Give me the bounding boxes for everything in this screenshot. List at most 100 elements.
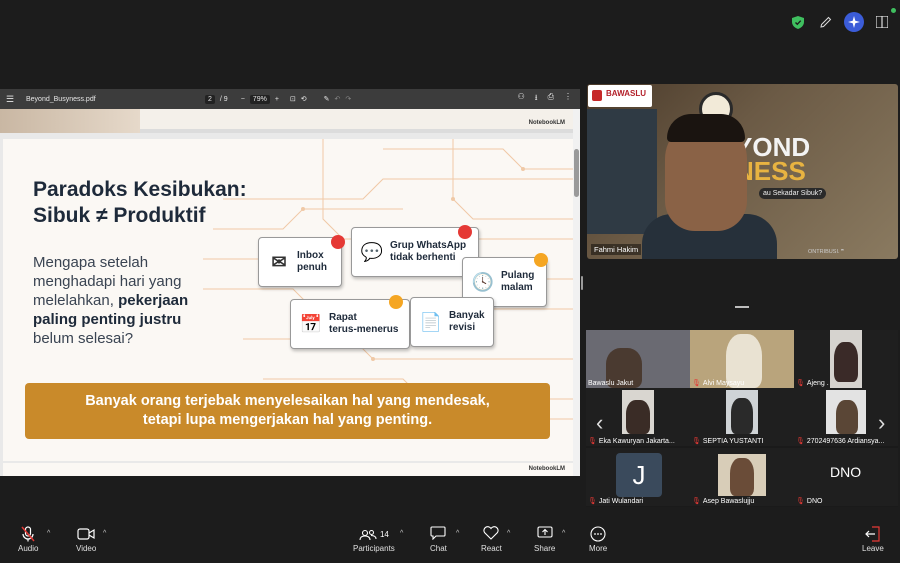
page-total: / 9 (219, 95, 228, 103)
leave-label: Leave (862, 544, 884, 553)
card-revisi: 📄 Banyak revisi (410, 297, 494, 347)
muted-mic-icon: 🎙 (588, 498, 597, 505)
participant-name: 🎙 Eka Kawuryan Jakarta... (588, 437, 675, 446)
page-number-input[interactable]: 2 (205, 94, 215, 104)
participants-options-caret-icon[interactable]: ^ (400, 530, 403, 537)
participant-initial-avatar: J (616, 453, 662, 497)
pdf-page-area[interactable]: NotebookLM Paradoks Kesibukan: Sibuk ≠ P… (0, 109, 573, 476)
card-label: Grup WhatsApp tidak berhenti (390, 240, 467, 263)
redo-icon[interactable]: ↷ (345, 95, 351, 103)
share-screen-icon (537, 526, 553, 544)
notebooklm-watermark: NotebookLM (528, 120, 565, 126)
participant-name: 🎙 Ajeng . (796, 379, 829, 388)
share-label: Share (534, 544, 556, 553)
chat-options-caret-icon[interactable]: ^ (456, 530, 459, 537)
video-options-caret-icon[interactable]: ^ (103, 530, 106, 537)
calendar-icon: 📅 (299, 314, 323, 334)
participant-display-name: DNO (830, 464, 862, 480)
participant-tile[interactable]: J 🎙 Jati Wulandari (586, 448, 690, 506)
speaker-name: Fahmi Hakim (591, 244, 642, 255)
scrollbar-thumb[interactable] (574, 149, 579, 197)
decorative-stripe (0, 109, 140, 133)
notebooklm-watermark: NotebookLM (528, 466, 565, 472)
clock-icon: 🕓 (471, 272, 495, 292)
participant-tile[interactable]: 🎙 Asep Bawaslujju (690, 448, 794, 506)
audio-options-caret-icon[interactable]: ^ (47, 530, 50, 537)
chat-bubble-icon: 💬 (360, 242, 384, 262)
red-notification-dot (458, 225, 472, 239)
resize-handle[interactable] (581, 276, 583, 290)
slide-banner: Banyak orang terjebak menyelesaikan hal … (25, 383, 550, 439)
gallery-prev-arrow-icon[interactable]: ‹ (596, 410, 603, 436)
pdf-scrollbar[interactable] (573, 109, 580, 476)
muted-mic-icon: 🎙 (796, 498, 805, 505)
slide-title: Paradoks Kesibukan: Sibuk ≠ Produktif (33, 177, 247, 229)
card-label: Inbox penuh (297, 250, 327, 273)
grid-icon[interactable] (872, 8, 896, 32)
zoom-input[interactable]: 79% (249, 94, 270, 104)
slide-title-line2: Sibuk ≠ Produktif (33, 204, 206, 227)
heart-icon (483, 526, 500, 544)
shield-icon[interactable] (788, 12, 808, 32)
chat-button[interactable]: Chat (430, 526, 447, 553)
zoom-out-button[interactable]: − (241, 96, 245, 103)
pdf-viewer: ☰ Beyond_Busyness.pdf 2 / 9 − 79% + ⊡ ⟲ … (0, 89, 580, 476)
participant-name: Bawaslu Jakut (588, 380, 634, 387)
slide-footer: NotebookLM (3, 463, 573, 476)
pdf-toolbar: ☰ Beyond_Busyness.pdf 2 / 9 − 79% + ⊡ ⟲ … (0, 89, 580, 109)
muted-mic-icon (21, 526, 35, 544)
video-button[interactable]: Video (76, 526, 96, 553)
zoom-in-button[interactable]: + (275, 96, 279, 103)
participant-tile[interactable]: Bawaslu Jakut (586, 330, 690, 388)
page-controls: 2 / 9 − 79% + ⊡ ⟲ ✎ ↶ ↷ (205, 94, 351, 104)
more-button[interactable]: More (589, 526, 607, 553)
more-options-icon[interactable]: ⋮ (564, 92, 572, 106)
card-label: Rapat terus-menerus (329, 312, 399, 335)
share-options-caret-icon[interactable]: ^ (562, 530, 565, 537)
react-options-caret-icon[interactable]: ^ (507, 530, 510, 537)
muted-mic-icon: 🎙 (796, 438, 805, 445)
muted-mic-icon: 🎙 (796, 380, 805, 387)
online-dot (891, 8, 896, 13)
participant-name: 🎙 Alvi Maysayu (692, 379, 745, 388)
participant-video (726, 390, 758, 434)
participants-button[interactable]: 14 Participants (353, 526, 395, 553)
pdf-filename: Beyond_Busyness.pdf (26, 95, 96, 103)
slide-subtitle: Mengapa setelah menghadapi hari yang mel… (33, 253, 218, 348)
react-button[interactable]: React (481, 526, 502, 553)
slide-title-line1: Paradoks Kesibukan: (33, 178, 247, 201)
share-button[interactable]: Share (534, 526, 555, 553)
participant-name: 🎙 Jati Wulandari (588, 497, 644, 506)
participant-tile[interactable]: 🎙 Ajeng . (794, 330, 898, 388)
annotate-icon[interactable]: ✎ (324, 95, 330, 103)
participant-tile[interactable]: 🎙 Alvi Maysayu (690, 330, 794, 388)
muted-mic-icon: 🎙 (692, 498, 701, 505)
ai-assist-icon[interactable]: ⚇ (518, 92, 525, 106)
fit-page-icon[interactable]: ⊡ (290, 95, 296, 103)
muted-mic-icon: 🎙 (588, 438, 597, 445)
participant-tile[interactable]: 🎙 SEPTIA YUSTANTI (690, 388, 794, 446)
participant-video (830, 330, 862, 388)
speaker-video[interactable]: YOND NESS au Sekadar Sibuk? BAWASLU Fahm… (587, 84, 898, 259)
more-label: More (589, 544, 608, 553)
participants-icon: 14 (359, 526, 389, 544)
participant-tile[interactable]: DNO 🎙 DNO (794, 448, 898, 506)
panel-drag-handle[interactable] (735, 306, 749, 308)
meeting-window: ☰ Beyond_Busyness.pdf 2 / 9 − 79% + ⊡ ⟲ … (0, 0, 900, 563)
participant-name: 🎙 SEPTIA YUSTANTI (692, 437, 764, 446)
pdf-actions: ⚇ ⭳ ⎙ ⋮ (518, 92, 572, 106)
undo-icon[interactable]: ↶ (335, 95, 341, 103)
document-gear-icon: 📄 (419, 312, 443, 332)
audio-button[interactable]: Audio (18, 526, 38, 553)
background-screen (587, 109, 657, 234)
menu-icon[interactable]: ☰ (6, 94, 20, 105)
audio-label: Audio (18, 544, 39, 553)
pen-icon[interactable] (816, 12, 836, 32)
rotate-icon[interactable]: ⟲ (301, 95, 307, 103)
download-icon[interactable]: ⭳ (535, 92, 538, 106)
leave-button[interactable]: Leave (862, 526, 884, 553)
print-icon[interactable]: ⎙ (548, 92, 554, 106)
participant-video (718, 454, 766, 496)
gallery-next-arrow-icon[interactable]: › (878, 410, 885, 436)
ai-sparkle-icon[interactable] (844, 12, 864, 32)
